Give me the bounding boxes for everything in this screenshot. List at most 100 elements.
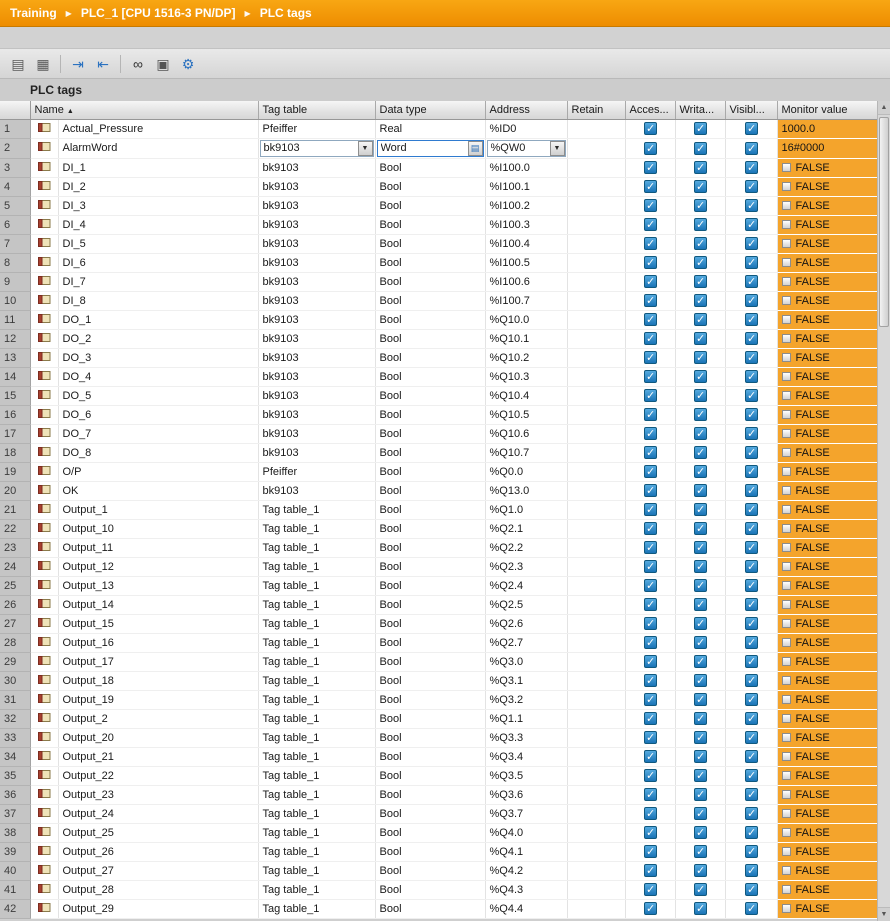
tag-name-cell[interactable]: Output_25	[58, 823, 259, 843]
data-type-cell[interactable]: Real	[375, 119, 486, 139]
visible-checkbox-cell[interactable]	[725, 747, 778, 767]
address-cell[interactable]: %Q1.0	[485, 500, 568, 520]
tag-table-cell[interactable]: Tag table_1	[258, 823, 376, 843]
retain-checkbox-cell[interactable]	[567, 196, 626, 216]
tag-table-cell[interactable]: Tag table_1	[258, 785, 376, 805]
tag-table-cell[interactable]: bk9103	[258, 424, 376, 444]
writable-checkbox-cell[interactable]	[675, 405, 726, 425]
visible-checkbox-cell[interactable]	[725, 253, 778, 273]
data-type-cell[interactable]: Bool	[375, 215, 486, 235]
tag-table-cell[interactable]: Tag table_1	[258, 519, 376, 539]
column-header-name[interactable]: Name ▲	[30, 101, 259, 120]
column-header-accessible[interactable]: Acces...	[625, 101, 676, 120]
tag-table-cell[interactable]: Tag table_1	[258, 557, 376, 577]
row-number[interactable]: 15	[0, 386, 31, 406]
tag-name-cell[interactable]: DO_3	[58, 348, 259, 368]
column-header-address[interactable]: Address	[485, 101, 568, 120]
accessible-checkbox-cell[interactable]	[625, 158, 676, 178]
retain-checkbox-cell[interactable]	[567, 215, 626, 235]
accessible-checkbox-cell[interactable]	[625, 500, 676, 520]
tag-table-cell[interactable]: bk9103	[258, 443, 376, 463]
address-cell[interactable]: %Q13.0	[485, 481, 568, 501]
visible-checkbox-cell[interactable]	[725, 405, 778, 425]
writable-checkbox-cell[interactable]	[675, 215, 726, 235]
accessible-checkbox-cell[interactable]	[625, 367, 676, 387]
visible-checkbox-cell[interactable]	[725, 538, 778, 558]
tag-name-cell[interactable]: DI_1	[58, 158, 259, 178]
accessible-checkbox-cell[interactable]	[625, 215, 676, 235]
address-cell[interactable]: %I100.0	[485, 158, 568, 178]
tag-name-cell[interactable]: Actual_Pressure	[58, 119, 259, 139]
accessible-checkbox-cell[interactable]	[625, 785, 676, 805]
type-selector-icon[interactable]: ▤	[467, 140, 483, 156]
accessible-checkbox-cell[interactable]	[625, 386, 676, 406]
writable-checkbox-cell[interactable]	[675, 747, 726, 767]
accessible-checkbox-cell[interactable]	[625, 614, 676, 634]
accessible-checkbox-cell[interactable]	[625, 405, 676, 425]
writable-checkbox-cell[interactable]	[675, 443, 726, 463]
retain-checkbox-cell[interactable]	[567, 329, 626, 349]
tag-table-cell[interactable]: Tag table_1	[258, 766, 376, 786]
address-cell[interactable]: %Q4.2	[485, 861, 568, 881]
tag-table-cell[interactable]: bk9103	[258, 215, 376, 235]
visible-checkbox-cell[interactable]	[725, 880, 778, 900]
retain-checkbox-cell[interactable]	[567, 842, 626, 862]
writable-checkbox-cell[interactable]	[675, 158, 726, 178]
tag-name-cell[interactable]: DI_8	[58, 291, 259, 311]
row-number[interactable]: 32	[0, 709, 31, 729]
row-number[interactable]: 16	[0, 405, 31, 425]
visible-checkbox-cell[interactable]	[725, 481, 778, 501]
data-type-cell[interactable]: Bool	[375, 785, 486, 805]
tag-name-cell[interactable]: Output_20	[58, 728, 259, 748]
data-type-cell[interactable]: Bool	[375, 158, 486, 178]
visible-checkbox-cell[interactable]	[725, 424, 778, 444]
row-number[interactable]: 25	[0, 576, 31, 596]
retain-checkbox-cell[interactable]	[567, 253, 626, 273]
tag-name-cell[interactable]: DO_8	[58, 443, 259, 463]
retain-checkbox-cell[interactable]	[567, 538, 626, 558]
tag-name-cell[interactable]: O/P	[58, 462, 259, 482]
tag-table-cell[interactable]: bk9103	[258, 272, 376, 292]
data-type-cell[interactable]: Bool	[375, 405, 486, 425]
tag-name-cell[interactable]: Output_15	[58, 614, 259, 634]
retain-checkbox-cell[interactable]	[567, 861, 626, 881]
tag-table-cell[interactable]: Pfeiffer	[258, 119, 376, 139]
tag-table-cell[interactable]: Tag table_1	[258, 747, 376, 767]
visible-checkbox-cell[interactable]	[725, 804, 778, 824]
row-number[interactable]: 27	[0, 614, 31, 634]
address-cell[interactable]: %Q2.3	[485, 557, 568, 577]
retain-checkbox-cell[interactable]	[567, 462, 626, 482]
writable-checkbox-cell[interactable]	[675, 538, 726, 558]
writable-checkbox-cell[interactable]	[675, 253, 726, 273]
accessible-checkbox-cell[interactable]	[625, 880, 676, 900]
address-cell[interactable]: %I100.3	[485, 215, 568, 235]
address-cell[interactable]: %I100.5	[485, 253, 568, 273]
visible-checkbox-cell[interactable]	[725, 519, 778, 539]
accessible-checkbox-cell[interactable]	[625, 291, 676, 311]
accessible-checkbox-cell[interactable]	[625, 234, 676, 254]
visible-checkbox-cell[interactable]	[725, 614, 778, 634]
writable-checkbox-cell[interactable]	[675, 500, 726, 520]
address-cell[interactable]: %Q10.6	[485, 424, 568, 444]
data-type-cell[interactable]: Bool	[375, 291, 486, 311]
row-number[interactable]: 31	[0, 690, 31, 710]
address-cell[interactable]: %Q3.0	[485, 652, 568, 672]
visible-checkbox-cell[interactable]	[725, 557, 778, 577]
dropdown-icon[interactable]: ▼	[357, 140, 373, 156]
tag-table-cell[interactable]: Tag table_1	[258, 861, 376, 881]
tag-table-cell[interactable]: Tag table_1	[258, 690, 376, 710]
column-header-monitor-value[interactable]: Monitor value	[777, 101, 878, 120]
retain-checkbox-cell[interactable]	[567, 500, 626, 520]
inline-edit-combo[interactable]: Word ▤	[376, 139, 484, 157]
address-cell[interactable]: %Q2.1	[485, 519, 568, 539]
writable-checkbox-cell[interactable]	[675, 272, 726, 292]
retain-checkbox-cell[interactable]	[567, 633, 626, 653]
address-cell[interactable]: %I100.7	[485, 291, 568, 311]
visible-checkbox-cell[interactable]	[725, 576, 778, 596]
row-number[interactable]: 30	[0, 671, 31, 691]
accessible-checkbox-cell[interactable]	[625, 595, 676, 615]
retain-checkbox-cell[interactable]	[567, 443, 626, 463]
tag-table-cell[interactable]: bk9103	[258, 481, 376, 501]
accessible-checkbox-cell[interactable]	[625, 766, 676, 786]
tag-table-cell[interactable]: Tag table_1	[258, 500, 376, 520]
